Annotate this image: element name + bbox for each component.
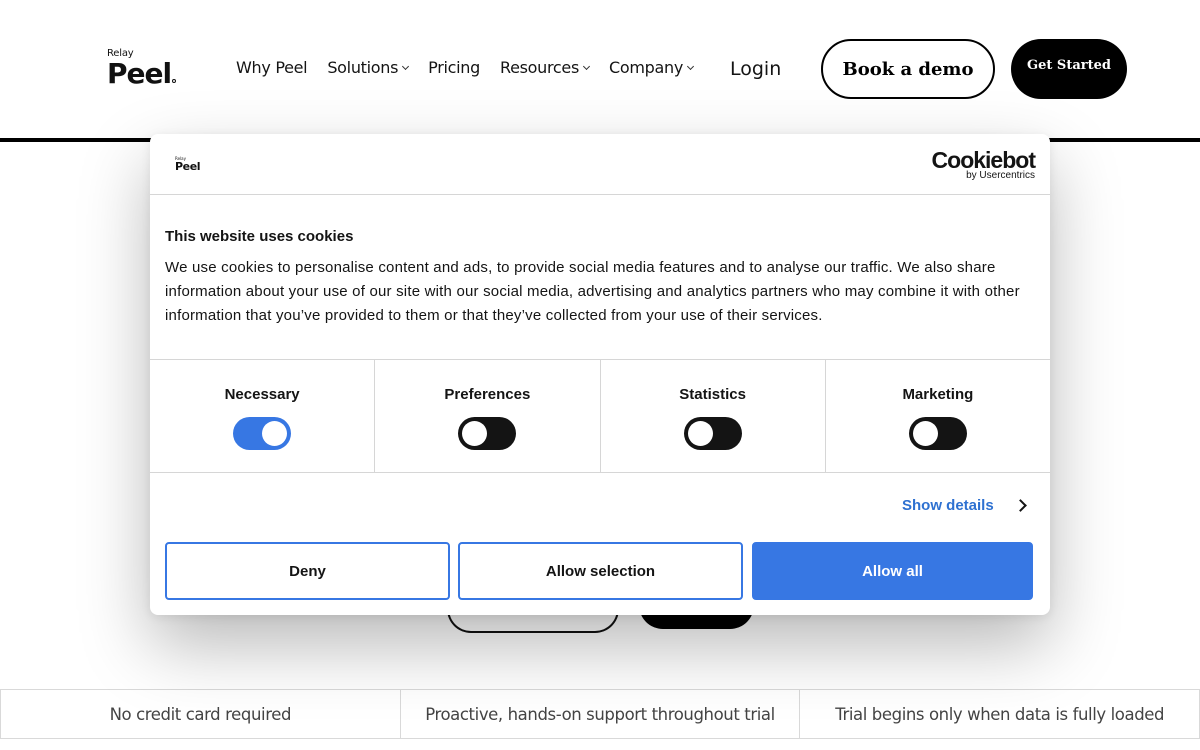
category-preferences: Preferences — [375, 360, 601, 472]
nav-item-company[interactable]: Company — [609, 58, 695, 77]
toggle-knob — [462, 421, 488, 446]
cookie-logo-big-text: Peel — [175, 160, 201, 173]
chevron-right-icon — [1013, 499, 1027, 512]
category-label: Marketing — [902, 386, 974, 403]
allow-all-button[interactable]: Allow all — [752, 542, 1033, 600]
site-header: Relay Peel Why Peel Solutions Pricing Re… — [0, 0, 1200, 138]
cookiebot-logo[interactable]: Cookiebot by Usercentrics — [931, 147, 1036, 181]
chevron-down-icon — [687, 62, 695, 70]
nav-item-label: Why Peel — [236, 58, 308, 77]
nav-item-resources[interactable]: Resources — [500, 58, 591, 77]
toggle-knob — [262, 421, 288, 446]
cookie-dialog-header: Relay Peel Cookiebot by Usercentrics — [150, 134, 1050, 195]
main-nav: Why Peel Solutions Pricing Resources Com… — [236, 58, 713, 77]
logo-dot-icon — [172, 79, 177, 83]
cookie-consent-dialog: Relay Peel Cookiebot by Usercentrics Thi… — [150, 134, 1050, 615]
nav-item-label: Solutions — [327, 58, 399, 77]
marketing-toggle[interactable] — [908, 417, 967, 450]
deny-button[interactable]: Deny — [165, 542, 450, 600]
cookie-dialog-description: We use cookies to personalise content an… — [165, 259, 1020, 324]
necessary-toggle[interactable] — [233, 417, 292, 450]
allow-selection-button[interactable]: Allow selection — [458, 542, 743, 600]
nav-item-label: Resources — [500, 58, 580, 77]
chevron-down-icon — [582, 62, 591, 70]
book-demo-button[interactable]: Book a demo — [821, 39, 995, 99]
category-label: Preferences — [444, 386, 531, 403]
category-label: Necessary — [224, 386, 300, 403]
feature-item: Proactive, hands-on support throughout t… — [399, 690, 800, 738]
cookie-site-logo: Relay Peel — [175, 156, 201, 173]
logo-big-text: Peel — [107, 60, 177, 88]
toggle-knob — [912, 421, 938, 446]
statistics-toggle[interactable] — [683, 417, 742, 450]
nav-item-solutions[interactable]: Solutions — [327, 58, 410, 77]
category-necessary: Necessary — [150, 360, 376, 472]
preferences-toggle[interactable] — [458, 417, 517, 450]
nav-item-label: Company — [609, 58, 684, 77]
toggle-knob — [687, 421, 713, 446]
feature-strip: No credit card required Proactive, hands… — [0, 689, 1200, 739]
login-link[interactable]: Login — [730, 58, 781, 80]
nav-item-label: Pricing — [428, 58, 480, 77]
chevron-down-icon — [402, 62, 410, 70]
show-details-link[interactable]: Show details — [902, 497, 1027, 514]
relay-peel-logo[interactable]: Relay Peel — [107, 48, 177, 88]
show-details-label: Show details — [902, 497, 994, 514]
nav-item-pricing[interactable]: Pricing — [428, 58, 480, 77]
cookie-categories: Necessary Preferences Statistics Marketi… — [150, 359, 1050, 473]
cookie-dialog-title: This website uses cookies — [165, 228, 354, 245]
feature-item: No credit card required — [0, 690, 400, 738]
feature-item: Trial begins only when data is fully loa… — [799, 690, 1200, 738]
category-label: Statistics — [679, 386, 746, 403]
cookiebot-name: Cookiebot — [931, 147, 1036, 173]
nav-item-why-peel[interactable]: Why Peel — [236, 58, 308, 77]
category-marketing: Marketing — [826, 360, 1050, 472]
get-started-button[interactable]: Get Started — [1011, 39, 1127, 99]
category-statistics: Statistics — [601, 360, 826, 472]
